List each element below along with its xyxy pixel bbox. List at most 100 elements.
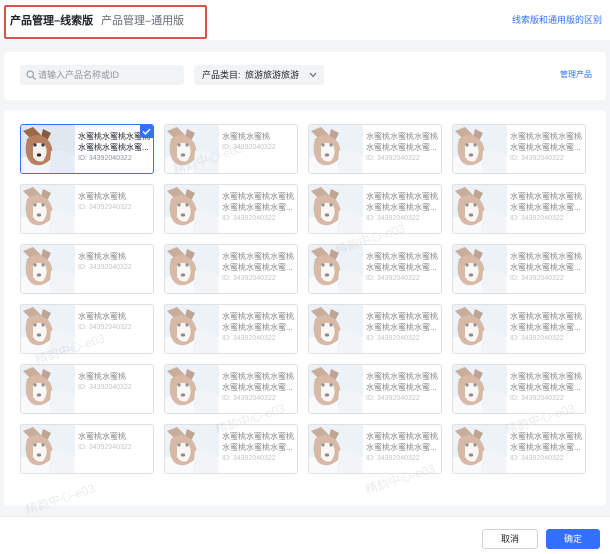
product-info: 水蜜桃水蜜桃 ID: 34392040322 (222, 131, 294, 153)
product-thumbnail-image (21, 425, 75, 473)
product-thumbnail-image (21, 245, 75, 293)
product-card[interactable]: 水蜜桃水蜜桃水蜜桃 水蜜桃水蜜桃水蜜... ID: 34392040322 (164, 184, 298, 234)
chevron-down-icon (309, 72, 317, 78)
product-card[interactable]: 水蜜桃水蜜桃 ID: 34392040322 (20, 424, 154, 474)
product-name-line: 水蜜桃水蜜桃 (78, 192, 126, 201)
product-thumbnail-image (453, 425, 507, 473)
product-card[interactable]: 水蜜桃水蜜桃 ID: 34392040322 (20, 244, 154, 294)
product-thumbnail (309, 185, 363, 233)
product-card[interactable]: 水蜜桃水蜜桃水蜜桃 水蜜桃水蜜桃水蜜... ID: 34392040322 (164, 424, 298, 474)
product-name-line: 水蜜桃水蜜桃水蜜桃 (366, 372, 438, 381)
product-card[interactable]: 水蜜桃水蜜桃水蜜桃 水蜜桃水蜜桃水蜜... ID: 34392040322 (452, 184, 586, 234)
product-card[interactable]: 水蜜桃水蜜桃 ID: 34392040322 (20, 364, 154, 414)
product-thumbnail (165, 245, 219, 293)
product-id: ID: 34392040322 (78, 155, 132, 162)
product-name-line: 水蜜桃水蜜桃水蜜桃 (222, 312, 294, 321)
product-id: ID: 34392040322 (222, 335, 276, 342)
product-info: 水蜜桃水蜜桃 ID: 34392040322 (78, 311, 150, 333)
product-name-line: 水蜜桃水蜜桃水蜜桃 (222, 372, 294, 381)
product-name-line: 水蜜桃水蜜桃水蜜桃 (222, 192, 294, 201)
header-bar: 产品管理–线索版 产品管理–通用版 线索版和通用版的区别 (0, 0, 610, 40)
product-thumbnail (21, 125, 75, 173)
search-box (20, 65, 184, 85)
product-card[interactable]: 水蜜桃水蜜桃水蜜桃 水蜜桃水蜜桃水蜜... ID: 34392040322 (308, 244, 442, 294)
product-thumbnail-image (165, 305, 219, 353)
product-id: ID: 34392040322 (366, 215, 420, 222)
manage-products-link[interactable]: 管理产品 (560, 69, 592, 80)
tab-clue-version[interactable]: 产品管理–线索版 (10, 14, 93, 28)
product-name-line: 水蜜桃水蜜桃水蜜... (366, 443, 437, 452)
product-info: 水蜜桃水蜜桃水蜜桃 水蜜桃水蜜桃水蜜... ID: 34392040322 (510, 131, 582, 164)
footer-bar: 取消 确定 (0, 516, 610, 554)
product-card[interactable]: 水蜜桃水蜜桃水蜜桃 水蜜桃水蜜桃水蜜... ID: 34392040322 (164, 304, 298, 354)
product-info: 水蜜桃水蜜桃水蜜桃 水蜜桃水蜜桃水蜜... ID: 34392040322 (510, 251, 582, 284)
category-select[interactable]: 产品类目: 旅游旅游旅游 (194, 65, 324, 85)
product-id: ID: 34392040322 (78, 384, 132, 391)
product-thumbnail-image (453, 365, 507, 413)
product-thumbnail (165, 185, 219, 233)
product-card[interactable]: 水蜜桃水蜜桃水蜜桃 水蜜桃水蜜桃水蜜... ID: 34392040322 (308, 424, 442, 474)
product-info: 水蜜桃水蜜桃 ID: 34392040322 (78, 251, 150, 273)
product-id: ID: 34392040322 (78, 444, 132, 451)
product-card[interactable]: 水蜜桃水蜜桃水蜜桃 水蜜桃水蜜桃水蜜... ID: 34392040322 (452, 244, 586, 294)
product-card[interactable]: 水蜜桃水蜜桃水蜜桃 水蜜桃水蜜桃水蜜... ID: 34392040322 (452, 124, 586, 174)
product-name-line: 水蜜桃水蜜桃水蜜桃 (366, 312, 438, 321)
filter-bar: 产品类目: 旅游旅游旅游 管理产品 (4, 52, 606, 100)
product-name-line: 水蜜桃水蜜桃水蜜... (222, 263, 293, 272)
product-thumbnail-image (165, 185, 219, 233)
product-name-line: 水蜜桃水蜜桃水蜜... (510, 323, 581, 332)
product-name-line: 水蜜桃水蜜桃 (78, 252, 126, 261)
product-info: 水蜜桃水蜜桃水蜜桃 水蜜桃水蜜桃水蜜... ID: 34392040322 (510, 311, 582, 344)
product-thumbnail (309, 125, 363, 173)
product-card[interactable]: 水蜜桃水蜜桃水蜜桃 水蜜桃水蜜桃水蜜... ID: 34392040322 (308, 364, 442, 414)
product-thumbnail (21, 425, 75, 473)
category-value: 旅游旅游旅游 (245, 70, 300, 80)
product-thumbnail (453, 425, 507, 473)
product-card[interactable]: 水蜜桃水蜜桃水蜜桃 水蜜桃水蜜桃水蜜... ID: 34392040322 (164, 364, 298, 414)
product-thumbnail-image (165, 425, 219, 473)
product-info: 水蜜桃水蜜桃水蜜桃 水蜜桃水蜜桃水蜜... ID: 34392040322 (366, 191, 438, 224)
product-thumbnail (309, 365, 363, 413)
product-id: ID: 34392040322 (510, 335, 564, 342)
product-thumbnail-image (309, 425, 363, 473)
product-id: ID: 34392040322 (222, 275, 276, 282)
product-info: 水蜜桃水蜜桃水蜜桃 水蜜桃水蜜桃水蜜... ID: 34392040322 (366, 431, 438, 464)
product-card[interactable]: 水蜜桃水蜜桃 ID: 34392040322 (164, 124, 298, 174)
search-input[interactable] (38, 65, 180, 85)
product-thumbnail-image (21, 185, 75, 233)
product-id: ID: 34392040322 (510, 395, 564, 402)
cancel-button[interactable]: 取消 (482, 529, 538, 549)
product-card[interactable]: 水蜜桃水蜜桃水蜜桃 水蜜桃水蜜桃水蜜... ID: 34392040322 (308, 124, 442, 174)
product-thumbnail (21, 365, 75, 413)
product-thumbnail-image (309, 125, 363, 173)
product-info: 水蜜桃水蜜桃水蜜桃 水蜜桃水蜜桃水蜜... ID: 34392040322 (510, 371, 582, 404)
product-thumbnail-image (21, 305, 75, 353)
product-card[interactable]: 水蜜桃水蜜桃水蜜桃 水蜜桃水蜜桃水蜜... ID: 34392040322 (308, 304, 442, 354)
product-id: ID: 34392040322 (510, 155, 564, 162)
product-info: 水蜜桃水蜜桃水蜜桃 水蜜桃水蜜桃水蜜... ID: 34392040322 (222, 431, 294, 464)
tab-general-version[interactable]: 产品管理–通用版 (101, 14, 184, 28)
product-thumbnail-image (21, 125, 75, 173)
selected-check-badge (140, 125, 153, 138)
product-card[interactable]: 水蜜桃水蜜桃 ID: 34392040322 (20, 184, 154, 234)
product-thumbnail (21, 185, 75, 233)
product-card[interactable]: 水蜜桃水蜜桃水蜜桃 水蜜桃水蜜桃水蜜... ID: 34392040322 (308, 184, 442, 234)
product-thumbnail (453, 185, 507, 233)
product-name-line: 水蜜桃水蜜桃水蜜桃 (366, 432, 438, 441)
product-thumbnail-image (21, 365, 75, 413)
product-id: ID: 34392040322 (366, 275, 420, 282)
product-thumbnail (165, 125, 219, 173)
product-card[interactable]: 水蜜桃水蜜桃水蜜桃 水蜜桃水蜜桃水蜜... ID: 34392040322 (164, 244, 298, 294)
version-difference-link[interactable]: 线索版和通用版的区别 (512, 14, 602, 26)
product-card[interactable]: 水蜜桃水蜜桃水蜜桃 水蜜桃水蜜桃水蜜... ID: 34392040322 (452, 304, 586, 354)
product-id: ID: 34392040322 (510, 455, 564, 462)
product-card[interactable]: 水蜜桃水蜜桃水蜜桃 水蜜桃水蜜桃水蜜... ID: 34392040322 (452, 364, 586, 414)
product-info: 水蜜桃水蜜桃水蜜桃 水蜜桃水蜜桃水蜜... ID: 34392040322 (222, 371, 294, 404)
confirm-button[interactable]: 确定 (546, 529, 600, 549)
product-info: 水蜜桃水蜜桃水蜜桃 水蜜桃水蜜桃水蜜... ID: 34392040322 (222, 191, 294, 224)
product-name-line: 水蜜桃水蜜桃 (78, 432, 126, 441)
product-name-line: 水蜜桃水蜜桃水蜜桃 (510, 312, 582, 321)
product-card[interactable]: 水蜜桃水蜜桃水蜜桃 水蜜桃水蜜桃水蜜... ID: 34392040322 (452, 424, 586, 474)
product-card[interactable]: 水蜜桃水蜜桃水蜜桃 水蜜桃水蜜桃水蜜... ID: 34392040322 (20, 124, 154, 174)
product-card[interactable]: 水蜜桃水蜜桃 ID: 34392040322 (20, 304, 154, 354)
